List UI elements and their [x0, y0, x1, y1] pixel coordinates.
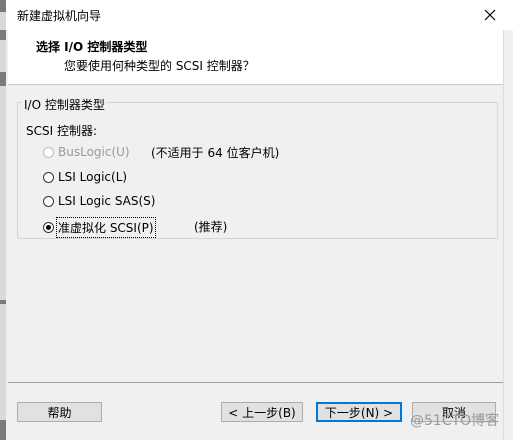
back-button[interactable]: < 上一步(B)	[221, 402, 303, 422]
wizard-window: 新建虚拟机向导 选择 I/O 控制器类型 您要使用何种类型的 SCSI 控制器？…	[0, 0, 513, 440]
background-window-edge	[0, 0, 6, 440]
close-button[interactable]	[467, 0, 513, 30]
lsi-logic-sas-label: LSI Logic SAS(S)	[58, 194, 156, 208]
wizard-header: 选择 I/O 控制器类型 您要使用何种类型的 SCSI 控制器？	[8, 30, 503, 85]
option-buslogic: BusLogic(U)	[43, 145, 130, 159]
scsi-controller-label: SCSI 控制器:	[26, 124, 98, 138]
background-window-edge-right	[503, 30, 513, 440]
window-title: 新建虚拟机向导	[17, 9, 102, 23]
next-button[interactable]: 下一步(N) >	[316, 402, 402, 422]
help-button[interactable]: 帮助	[17, 402, 102, 422]
lsi-logic-label: LSI Logic(L)	[58, 170, 128, 184]
footer-divider	[8, 382, 503, 383]
option-paravirtual-scsi[interactable]: 准虚拟化 SCSI(P)	[43, 217, 156, 238]
option-lsi-logic-sas[interactable]: LSI Logic SAS(S)	[43, 194, 155, 208]
paravirtual-scsi-radio[interactable]	[43, 222, 54, 233]
page-subheading: 您要使用何种类型的 SCSI 控制器？	[64, 59, 255, 73]
paravirtual-scsi-label: 准虚拟化 SCSI(P)	[56, 217, 156, 238]
buslogic-radio	[43, 146, 54, 158]
page-heading: 选择 I/O 控制器类型	[36, 40, 148, 54]
lsi-logic-sas-radio[interactable]	[43, 195, 54, 207]
group-title: I/O 控制器类型	[22, 96, 107, 113]
buslogic-note: (不适用于 64 位客户机)	[151, 146, 280, 160]
buslogic-label: BusLogic(U)	[58, 145, 130, 159]
paravirtual-scsi-note: (推荐)	[194, 220, 228, 234]
lsi-logic-radio[interactable]	[43, 171, 54, 183]
close-icon	[484, 9, 496, 21]
watermark: @51CTO博客	[410, 413, 500, 429]
option-lsi-logic[interactable]: LSI Logic(L)	[43, 170, 127, 184]
title-bar: 新建虚拟机向导	[0, 0, 513, 30]
